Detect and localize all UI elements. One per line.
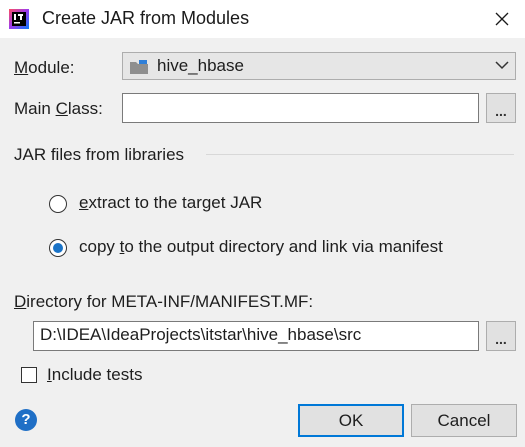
- manifest-dir-input[interactable]: D:\IDEA\IdeaProjects\itstar\hive_hbase\s…: [33, 321, 479, 351]
- include-tests-label[interactable]: Include tests: [47, 365, 142, 385]
- close-icon: [495, 12, 509, 26]
- main-class-browse-button[interactable]: ...: [486, 93, 516, 123]
- cancel-button[interactable]: Cancel: [411, 404, 517, 437]
- section-divider: [206, 154, 514, 155]
- radio-extract-label[interactable]: extract to the target JAR: [79, 193, 262, 213]
- title-bar: Create JAR from Modules: [0, 0, 525, 38]
- radio-copy[interactable]: [49, 239, 67, 257]
- section-title-libraries: JAR files from libraries: [14, 145, 185, 164]
- module-selected-value: hive_hbase: [157, 56, 244, 75]
- manifest-dir-label: Directory for META-INF/MANIFEST.MF:: [14, 292, 314, 311]
- manifest-dir-browse-button[interactable]: ...: [486, 321, 516, 351]
- chevron-down-icon: [495, 61, 509, 70]
- radio-copy-label[interactable]: copy to the output directory and link vi…: [79, 237, 443, 257]
- help-icon[interactable]: ?: [15, 409, 37, 431]
- main-class-label: Main Class:: [14, 99, 103, 118]
- main-class-input[interactable]: [122, 93, 479, 123]
- intellij-idea-icon: [9, 9, 29, 29]
- module-folder-icon: [130, 60, 148, 74]
- close-button[interactable]: [479, 0, 525, 38]
- window-title: Create JAR from Modules: [42, 8, 250, 28]
- module-dropdown[interactable]: hive_hbase: [122, 52, 516, 80]
- module-label: Module:: [14, 58, 75, 77]
- include-tests-checkbox[interactable]: [21, 367, 37, 383]
- radio-extract[interactable]: [49, 195, 67, 213]
- ok-button[interactable]: OK: [298, 404, 404, 437]
